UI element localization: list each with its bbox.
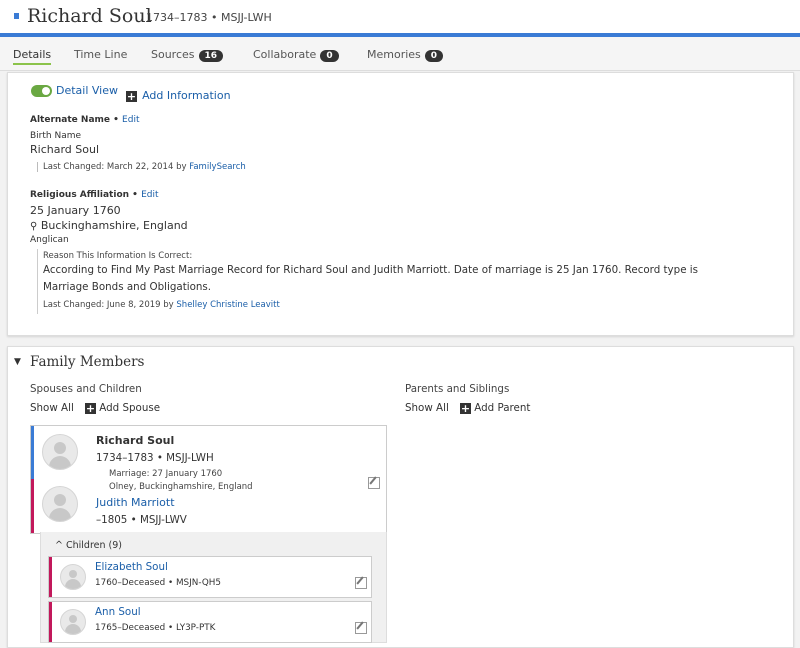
tab-sources[interactable]: Sources 16 — [151, 48, 224, 62]
edit-relationship-icon[interactable] — [368, 477, 380, 489]
contributor-link[interactable]: Shelley Christine Leavitt — [176, 300, 279, 310]
add-information-button[interactable]: + Add Information — [126, 84, 231, 103]
children-toggle[interactable]: ^ Children (9) — [55, 540, 122, 551]
female-indicator-bar — [49, 557, 52, 597]
tab-bar: Details Time Line Sources 16 Collaborate 0… — [0, 37, 800, 71]
tab-memories-label: Memories — [367, 48, 421, 61]
parents-show-all-link[interactable]: Show All — [405, 402, 449, 414]
add-information-label: Add Information — [142, 89, 231, 102]
tab-time-line[interactable]: Time Line — [74, 48, 127, 61]
reason-text-line2: Marriage Bonds and Obligations. — [43, 281, 212, 293]
reason-text-line1: According to Find My Past Marriage Recor… — [43, 264, 699, 276]
alternate-name-title-text: Alternate Name — [30, 115, 111, 125]
child-info: 1765–Deceased • LY3P-PTK — [95, 623, 216, 633]
husband-avatar[interactable] — [42, 434, 78, 470]
spouses-show-all-link[interactable]: Show All — [30, 402, 74, 414]
tab-collaborate-label: Collaborate — [253, 48, 317, 61]
collapse-caret-icon[interactable]: ▼ — [14, 357, 21, 367]
alternate-name-type: Birth Name — [30, 131, 82, 141]
child-name-link[interactable]: Ann Soul — [95, 606, 141, 618]
person-name: Richard Soul — [27, 5, 152, 27]
husband-name: Richard Soul — [96, 434, 175, 447]
plus-icon: + — [460, 402, 471, 415]
wife-name-link[interactable]: Judith Marriott — [96, 496, 175, 509]
child-avatar[interactable] — [60, 609, 86, 635]
person-header: Richard Soul 1734–1783 • MSJJ-LWH — [0, 0, 800, 37]
tab-details[interactable]: Details — [13, 48, 52, 65]
religious-affiliation-date: 25 January 1760 — [30, 204, 121, 217]
male-indicator-bar — [31, 426, 34, 479]
children-section: ^ Children (9) Elizabeth Soul 1760–Decea… — [40, 532, 387, 643]
detail-view-toggle[interactable] — [31, 85, 52, 97]
marriage-date: Marriage: 27 January 1760 — [109, 469, 223, 479]
family-members-title: Family Members — [30, 354, 145, 370]
child-card: Ann Soul 1765–Deceased • LY3P-PTK — [48, 601, 372, 643]
edit-child-icon[interactable] — [355, 622, 367, 634]
add-spouse-label: Add Spouse — [99, 402, 161, 414]
religious-affiliation-edit-link[interactable]: Edit — [141, 190, 158, 200]
reason-divider — [37, 249, 38, 314]
spouses-children-heading: Spouses and Children — [30, 383, 142, 395]
add-parent-label: Add Parent — [474, 402, 531, 414]
child-name-link[interactable]: Elizabeth Soul — [95, 561, 168, 573]
tab-memories[interactable]: Memories 0 — [367, 48, 444, 62]
edit-child-icon[interactable] — [355, 577, 367, 589]
religious-affiliation-place: ⚲ Buckinghamshire, England — [30, 219, 188, 232]
family-members-card: ▼ Family Members Spouses and Children Sh… — [7, 346, 794, 648]
familysearch-link[interactable]: FamilySearch — [189, 162, 246, 172]
tab-sources-label: Sources — [151, 48, 195, 61]
parents-siblings-heading: Parents and Siblings — [405, 383, 510, 395]
religious-affiliation-place-text: Buckinghamshire, England — [40, 219, 188, 232]
husband-info: 1734–1783 • MSJJ-LWH — [96, 452, 214, 464]
alternate-name-value: Richard Soul — [30, 143, 100, 156]
alternate-name-last-changed-text: Last Changed: March 22, 2014 by — [43, 162, 187, 172]
religious-affiliation-last-changed: Last Changed: June 8, 2019 by Shelley Ch… — [43, 300, 280, 310]
child-avatar[interactable] — [60, 564, 86, 590]
plus-icon: + — [126, 90, 137, 103]
add-parent-button[interactable]: + Add Parent — [460, 402, 530, 414]
plus-icon: + — [85, 402, 96, 415]
religious-affiliation-last-changed-text: Last Changed: June 8, 2019 by — [43, 300, 174, 310]
female-indicator-bar — [49, 602, 52, 642]
add-spouse-button[interactable]: + Add Spouse — [85, 402, 160, 414]
religious-affiliation-value: Anglican — [30, 235, 69, 245]
religious-affiliation-title: Religious Affiliation • Edit — [30, 190, 159, 200]
reason-label: Reason This Information Is Correct: — [43, 251, 193, 261]
alternate-name-last-changed: Last Changed: March 22, 2014 by FamilySe… — [37, 162, 246, 172]
chevron-up-icon: ^ — [55, 540, 63, 551]
religious-affiliation-title-text: Religious Affiliation — [30, 190, 130, 200]
collaborate-count-badge: 0 — [320, 50, 339, 62]
details-card: Detail View + Add Information Alternate … — [7, 72, 794, 336]
alternate-name-edit-link[interactable]: Edit — [122, 115, 139, 125]
alternate-name-title: Alternate Name • Edit — [30, 115, 140, 125]
child-card: Elizabeth Soul 1760–Deceased • MSJN-QH5 — [48, 556, 372, 598]
wife-info: –1805 • MSJJ-LWV — [96, 514, 187, 526]
location-pin-icon: ⚲ — [30, 221, 38, 232]
wife-avatar[interactable] — [42, 486, 78, 522]
children-label: Children (9) — [66, 540, 123, 551]
person-lifespan-id: 1734–1783 • MSJJ-LWH — [146, 11, 272, 24]
marriage-place: Olney, Buckinghamshire, England — [109, 482, 253, 492]
detail-view-label[interactable]: Detail View — [56, 84, 118, 97]
female-indicator-bar — [31, 479, 34, 533]
header-marker-icon — [14, 13, 19, 19]
tab-collaborate[interactable]: Collaborate 0 — [253, 48, 339, 62]
child-info: 1760–Deceased • MSJN-QH5 — [95, 578, 221, 588]
memories-count-badge: 0 — [424, 50, 444, 62]
sources-count-badge: 16 — [198, 50, 224, 62]
couple-card: Richard Soul 1734–1783 • MSJJ-LWH Marria… — [30, 425, 387, 534]
